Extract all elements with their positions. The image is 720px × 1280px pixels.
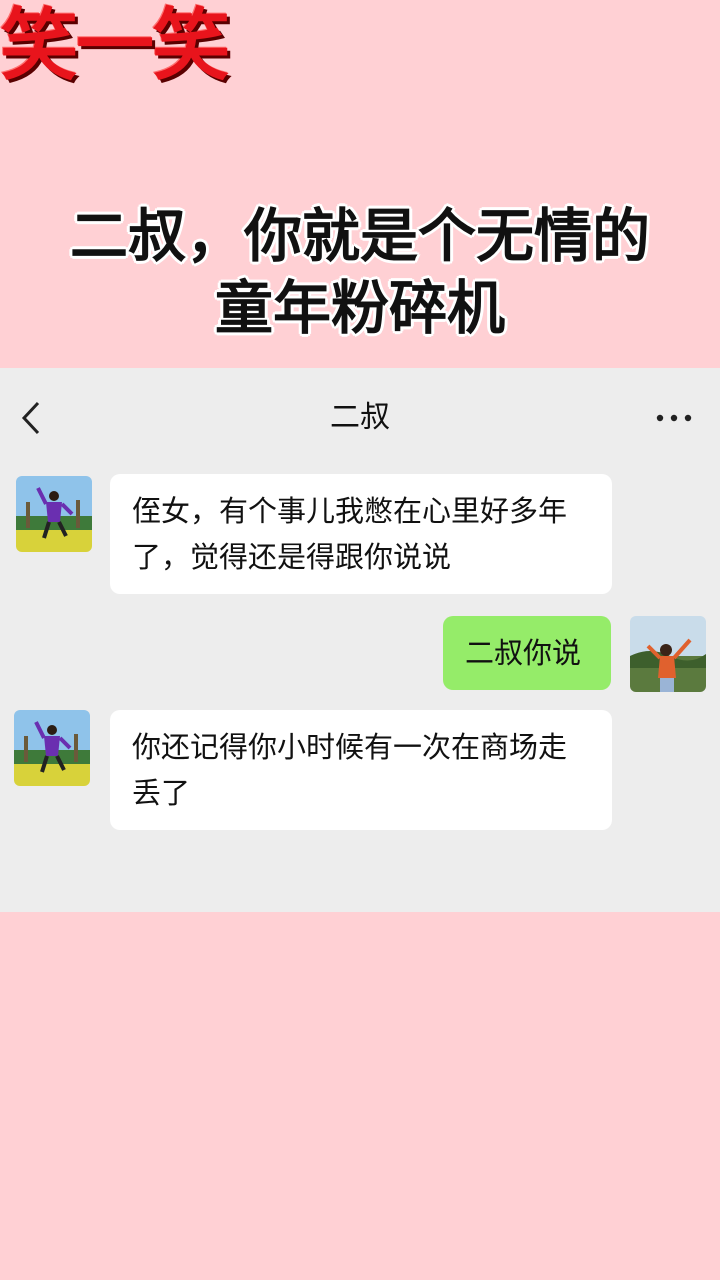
chat-navbar: 二叔 (0, 368, 720, 468)
more-dots-icon[interactable] (654, 406, 694, 430)
chat-screen: 二叔 侄女，有个事儿我憋在心里好多年 了，觉得还是得跟你说说 二叔你说 你还记得… (0, 368, 720, 912)
avatar-me[interactable] (630, 616, 706, 692)
headline-line-1: 二叔，你就是个无情的 (69, 202, 650, 270)
avatar-uncle[interactable] (14, 710, 90, 786)
message-bubble-uncle[interactable]: 你还记得你小时候有一次在商场走 丢了 (110, 710, 612, 830)
headline-line-2: 童年粉碎机 (214, 274, 505, 342)
message-text: 二叔你说 (465, 636, 582, 670)
chat-title: 二叔 (330, 400, 390, 435)
message-text: 你还记得你小时候有一次在商场走 (132, 730, 568, 764)
message-bubble-me[interactable]: 二叔你说 (443, 616, 611, 690)
avatar-uncle[interactable] (16, 476, 92, 552)
message-text: 侄女，有个事儿我憋在心里好多年 (132, 494, 568, 528)
brand-logo-text: 笑一笑 (0, 1, 230, 91)
message-text: 丢了 (132, 776, 191, 810)
message-bubble-uncle[interactable]: 侄女，有个事儿我憋在心里好多年 了，觉得还是得跟你说说 (110, 474, 612, 594)
message-text: 了，觉得还是得跟你说说 (132, 540, 452, 574)
